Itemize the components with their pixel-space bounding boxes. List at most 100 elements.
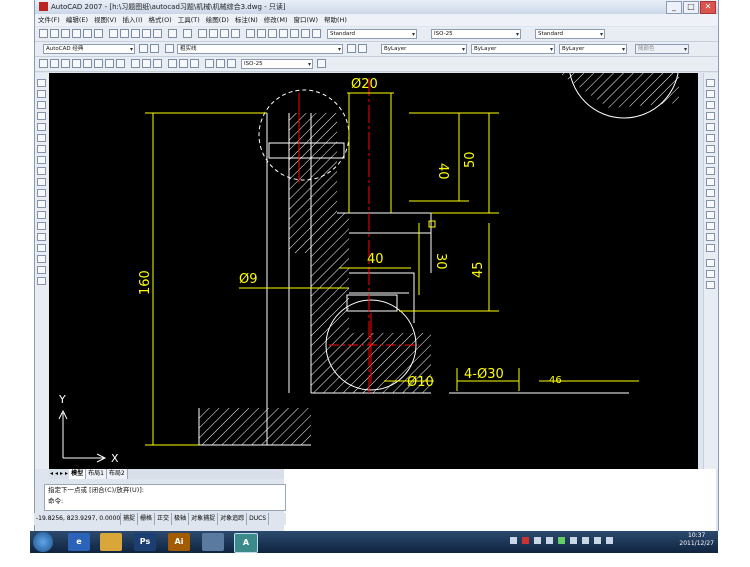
hatch-icon[interactable] [37, 233, 46, 241]
calculator-icon[interactable] [301, 29, 310, 38]
lineweight-select[interactable]: ByLayer [559, 44, 627, 54]
title-bar[interactable]: AutoCAD 2007 - [h:\习题图纸\autocad习题\机械\机械综… [35, 0, 718, 14]
tab-layout2[interactable]: 布局2 [106, 469, 128, 479]
tray-icon-3[interactable] [534, 537, 541, 544]
tray-icon-4[interactable] [546, 537, 553, 544]
illustrator-button[interactable]: Ai [168, 533, 190, 551]
autocad-task-button[interactable]: A [234, 533, 258, 553]
copy-icon[interactable] [120, 29, 129, 38]
plot-style-select[interactable]: 随颜色 [635, 44, 689, 54]
menu-window[interactable]: 窗口(W) [290, 14, 321, 26]
menu-modify[interactable]: 修改(M) [261, 14, 291, 26]
grip-marker[interactable] [428, 220, 436, 228]
sheet-set-icon[interactable] [279, 29, 288, 38]
break-icon[interactable] [706, 200, 715, 208]
match-properties-icon[interactable] [142, 29, 151, 38]
block-editor-icon[interactable] [153, 29, 162, 38]
linear-dim-icon[interactable] [39, 59, 48, 68]
dim-style-select-2[interactable]: ISO-25 [241, 59, 313, 69]
undo-icon[interactable] [168, 29, 177, 38]
menu-view[interactable]: 视图(V) [91, 14, 120, 26]
design-center-icon[interactable] [257, 29, 266, 38]
menu-dimension[interactable]: 标注(N) [232, 14, 261, 26]
polar-toggle[interactable]: 极轴 [172, 513, 190, 525]
menu-file[interactable]: 文件(F) [35, 14, 63, 26]
linetype-select[interactable]: ByLayer [471, 44, 555, 54]
layer-previous-icon[interactable] [358, 44, 367, 53]
line-icon[interactable] [37, 79, 46, 87]
center-mark-icon[interactable] [190, 59, 199, 68]
coordinate-readout[interactable]: -19.8256, 823.9297, 0.0000 [34, 513, 121, 525]
print-icon[interactable] [72, 29, 81, 38]
tray-icon-5[interactable] [558, 537, 565, 544]
workspace-save-icon[interactable] [150, 44, 159, 53]
help-icon[interactable] [312, 29, 321, 38]
layer-manager-icon[interactable] [165, 44, 174, 53]
move-icon[interactable] [706, 134, 715, 142]
save-icon[interactable] [61, 29, 70, 38]
spline-icon[interactable] [37, 167, 46, 175]
gradient-icon[interactable] [37, 244, 46, 252]
close-button[interactable]: ✕ [700, 1, 716, 14]
zoom-realtime-icon[interactable] [209, 29, 218, 38]
redo-icon[interactable] [183, 29, 192, 38]
tray-icon-1[interactable] [510, 537, 517, 544]
array-icon[interactable] [706, 123, 715, 131]
copy-object-icon[interactable] [706, 90, 715, 98]
construction-line-icon[interactable] [37, 90, 46, 98]
markup-icon[interactable] [290, 29, 299, 38]
pan-icon[interactable] [198, 29, 207, 38]
angular-dim-icon[interactable] [116, 59, 125, 68]
snap-toggle[interactable]: 捕捉 [121, 513, 139, 525]
color-select[interactable]: ByLayer [381, 44, 467, 54]
zoom-previous-icon[interactable] [231, 29, 240, 38]
dim-update-icon[interactable] [227, 59, 236, 68]
command-prompt[interactable]: 命令: [48, 496, 285, 507]
ortho-toggle[interactable]: 正交 [155, 513, 173, 525]
erase-icon[interactable] [706, 79, 715, 87]
offset-icon[interactable] [706, 112, 715, 120]
outline-bore[interactable] [349, 272, 415, 323]
clock[interactable]: 10:37 2011/12/27 [679, 532, 714, 548]
join-icon[interactable] [706, 211, 715, 219]
workspace-select[interactable]: AutoCAD 经典 [43, 44, 135, 54]
maximize-button[interactable]: □ [683, 1, 699, 14]
tray-icon-7[interactable] [582, 537, 589, 544]
cut-icon[interactable] [109, 29, 118, 38]
dim-style-manager-icon[interactable] [317, 59, 326, 68]
menu-format[interactable]: 格式(O) [146, 14, 175, 26]
leader-icon[interactable] [168, 59, 177, 68]
command-window[interactable]: 指定下一点或 [闭合(C)/放弃(U)]: 命令: [44, 484, 286, 511]
tab-layout1[interactable]: 布局1 [86, 469, 107, 479]
volume-icon[interactable] [606, 537, 613, 544]
osnap-toggle[interactable]: 对象捕捉 [189, 513, 219, 525]
drawing-canvas[interactable]: Ø20 40 50 40 30 45 160 Ø9 Ø10 4-Ø30 46 Y… [49, 73, 698, 469]
explorer-icon[interactable] [100, 533, 122, 551]
dim-style-select[interactable]: ISO-25 [431, 29, 521, 39]
stretch-icon[interactable] [706, 167, 715, 175]
scale-icon[interactable] [706, 156, 715, 164]
properties-icon[interactable] [246, 29, 255, 38]
mirror-icon[interactable] [706, 101, 715, 109]
menu-draw[interactable]: 绘图(D) [203, 14, 232, 26]
rectangle-icon[interactable] [37, 123, 46, 131]
menu-insert[interactable]: 插入(I) [120, 14, 146, 26]
autocad-app-icon[interactable] [39, 2, 48, 11]
grid-toggle[interactable]: 栅格 [138, 513, 156, 525]
trim-icon[interactable] [706, 178, 715, 186]
tool-palettes-icon[interactable] [268, 29, 277, 38]
layer-select[interactable]: 粗实线 [177, 44, 343, 54]
fillet-icon[interactable] [706, 233, 715, 241]
otrack-toggle[interactable]: 对象追踪 [218, 513, 248, 525]
dim-text-edit-icon[interactable] [216, 59, 225, 68]
hatch-top-right[interactable] [559, 73, 679, 108]
point-icon[interactable] [37, 222, 46, 230]
ie-icon[interactable]: e [68, 533, 90, 551]
workspace-settings-icon[interactable] [139, 44, 148, 53]
make-block-icon[interactable] [37, 211, 46, 219]
tolerance-icon[interactable] [179, 59, 188, 68]
ellipse-arc-icon[interactable] [37, 189, 46, 197]
jogged-dim-icon[interactable] [94, 59, 103, 68]
quick-dim-icon[interactable] [131, 59, 140, 68]
start-orb-icon[interactable] [33, 532, 53, 552]
